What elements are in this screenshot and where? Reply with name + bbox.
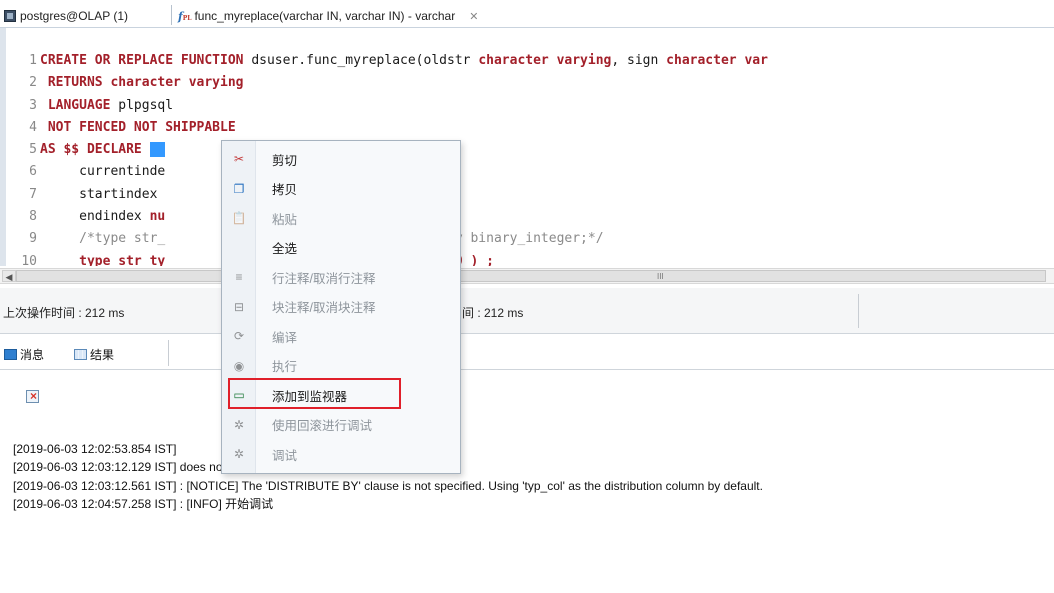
code-token: , sign — [611, 53, 667, 68]
code-line: 1 CREATE OR REPLACE FUNCTION dsuser.func_… — [12, 50, 768, 72]
code-token: RETURNS character varying — [40, 75, 244, 91]
menu-item-label: 调试 — [272, 448, 298, 463]
last-op-time: 上次操作时间 : 212 ms — [3, 306, 125, 320]
code-token: character varying — [478, 53, 612, 68]
tab-divider — [171, 5, 172, 25]
line-number: 9 — [29, 231, 37, 247]
menu-item[interactable]: ✲ 调试 — [222, 440, 460, 468]
menu-item[interactable]: 全选 — [222, 234, 460, 262]
menu-item-label: 行注释/取消行注释 — [272, 271, 376, 286]
menu-item-label: 粘贴 — [272, 212, 298, 227]
menu-item[interactable]: ✲ 使用回滚进行调试 — [222, 411, 460, 439]
close-icon[interactable]: ✕ — [469, 10, 478, 23]
function-icon: fPL — [178, 9, 192, 23]
code-token: character var — [666, 53, 768, 68]
code-token: startindex — [40, 186, 166, 202]
code-token: dsuser.func_myreplace(oldstr — [243, 53, 479, 68]
tab-connection-label: postgres@OLAP (1) — [20, 9, 129, 23]
block-comment-icon: ⊟ — [233, 299, 245, 314]
line-number: 6 — [29, 164, 37, 180]
code-editor[interactable]: 1 CREATE OR REPLACE FUNCTION dsuser.func_… — [0, 28, 1054, 266]
line-comment-icon: ≡ — [235, 270, 243, 284]
tab-function[interactable]: fPL func_myreplace(varchar IN, varchar I… — [178, 6, 478, 26]
code-token: LANGUAGE — [40, 97, 119, 113]
menu-item[interactable]: ⊟ 块注释/取消块注释 — [222, 293, 460, 321]
highlight-annotation — [228, 378, 401, 409]
line-number: 8 — [29, 209, 37, 225]
code-token: CREATE OR REPLACE FUNCTION — [40, 53, 244, 68]
code-line: 3 LANGUAGE plpgsql — [12, 95, 768, 117]
code-token: plpgsql — [118, 97, 174, 113]
result-grid-icon — [74, 349, 87, 360]
line-number: 4 — [29, 119, 37, 135]
code-token: NOT FENCED NOT SHIPPABLE — [40, 119, 236, 135]
status-divider — [858, 294, 859, 328]
code-line: 4 NOT FENCED NOT SHIPPABLE — [12, 117, 768, 139]
menu-item[interactable]: ❐ 拷贝 — [222, 175, 460, 203]
tab-connection[interactable]: postgres@OLAP (1) — [4, 6, 128, 26]
debug-rollback-icon: ✲ — [233, 417, 245, 432]
debug-icon: ✲ — [233, 447, 245, 461]
code-token: type str_ty — [40, 253, 166, 266]
scroll-left-arrow-icon[interactable]: ◀ — [2, 270, 16, 282]
scroll-grip: III — [657, 272, 664, 281]
line-number: 2 — [29, 75, 37, 91]
code-token: /*type str_ — [40, 231, 166, 247]
editor-tab-bar: postgres@OLAP (1) fPL func_myreplace(var… — [0, 0, 1054, 28]
menu-item[interactable]: 📋 粘贴 — [222, 204, 460, 232]
horizontal-scrollbar[interactable]: ◀ III — [0, 268, 1054, 284]
menu-item-label: 使用回滚进行调试 — [272, 419, 373, 433]
line-number: 1 — [29, 53, 37, 68]
code-token: currentinde — [40, 164, 166, 180]
tab-function-label: func_myreplace(varchar IN, varchar IN) -… — [194, 9, 456, 23]
scroll-thumb[interactable]: III — [16, 270, 1046, 282]
tab-messages-label: 消息 — [20, 348, 45, 362]
menu-item[interactable]: ◉ 执行 — [222, 352, 460, 380]
selected-text — [149, 142, 166, 158]
exec-time: 间 : 212 ms — [462, 306, 524, 320]
code-line: 2 RETURNS character varying — [12, 72, 768, 94]
line-number: 7 — [29, 186, 37, 202]
menu-item[interactable]: ⟳ 编译 — [222, 322, 460, 350]
menu-item-label: 块注释/取消块注释 — [272, 301, 376, 315]
line-number: 5 — [29, 142, 37, 158]
log-line: [2019-06-03 12:04:57.258 IST] : [INFO] 开… — [13, 497, 274, 512]
line-number: 10 — [21, 253, 37, 266]
tab-divider — [168, 340, 169, 366]
menu-item[interactable]: ≡ 行注释/取消行注释 — [222, 263, 460, 291]
database-icon — [4, 10, 16, 22]
message-icon — [4, 349, 17, 360]
output-tabs: 消息 结果 — [0, 336, 1054, 370]
code-token: nu — [149, 209, 166, 225]
menu-item-label: 编译 — [272, 330, 298, 345]
log-line: [2019-06-03 12:03:12.561 IST] : [NOTICE]… — [13, 478, 763, 493]
scissors-icon: ✂ — [233, 152, 245, 166]
menu-item-label: 剪切 — [272, 153, 298, 168]
menu-item-label: 拷贝 — [272, 183, 298, 197]
line-number: 3 — [29, 97, 37, 113]
context-menu: ✂ 剪切 ❐ 拷贝 📋 粘贴 全选 ≡ 行注释/取消行注释 ⊟ 块注释/取消块注释 ⟳ 编译 ◉ 执行 ▭ 添加… — [221, 140, 461, 474]
clear-messages-icon[interactable] — [26, 389, 39, 403]
tab-results[interactable]: 结果 — [74, 346, 114, 363]
compile-icon: ⟳ — [233, 329, 245, 343]
tab-results-label: 结果 — [90, 348, 115, 362]
code-token: AS $$ DECLARE — [40, 142, 150, 158]
status-bar: 上次操作时间 : 212 ms 间 : 212 ms — [0, 288, 1054, 334]
menu-item-label: 执行 — [272, 360, 298, 374]
paste-icon: 📋 — [231, 211, 247, 225]
execute-icon: ◉ — [233, 358, 245, 373]
code-token: endindex — [40, 209, 150, 225]
menu-item-label: 全选 — [272, 242, 298, 256]
menu-item[interactable]: ✂ 剪切 — [222, 145, 460, 173]
tab-messages[interactable]: 消息 — [4, 346, 44, 363]
copy-icon: ❐ — [233, 181, 245, 196]
